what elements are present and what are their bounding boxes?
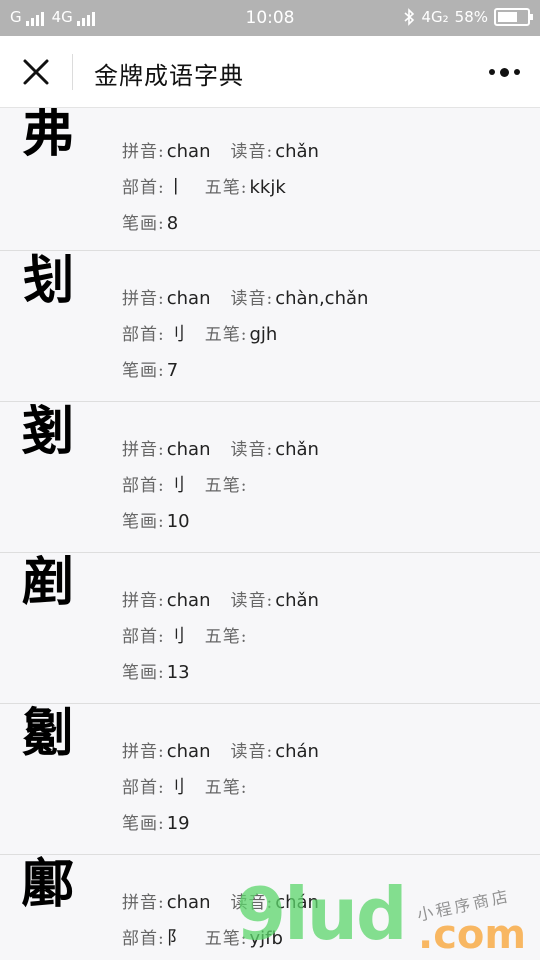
list-item[interactable]: 剷 拼音: chan 读音: chǎn 部首: 刂五笔: 笔画: 13 xyxy=(0,553,540,704)
character-glyph: 鄽 xyxy=(22,855,75,915)
list-item[interactable]: 弗 拼音: chan 读音: chǎn 部首: 丨五笔: kkjk 笔画: 8 xyxy=(0,108,540,251)
radical-label: 部首: xyxy=(122,476,165,496)
pinyin-label: 拼音: xyxy=(122,893,165,913)
radical-label: 部首: xyxy=(122,325,165,345)
radical-value: 刂 xyxy=(166,475,185,496)
character-glyph: 剗 xyxy=(22,402,75,462)
strokes-label: 笔画: xyxy=(122,361,165,381)
reading-value: chǎn xyxy=(275,141,319,162)
character-glyph: 剷 xyxy=(22,553,75,613)
pinyin-label: 拼音: xyxy=(122,142,165,162)
reading-label: 读音: xyxy=(230,893,274,913)
wubi-value: gjh xyxy=(249,324,278,345)
character-glyph: 弗 xyxy=(22,108,75,164)
reading-label: 读音: xyxy=(230,289,274,309)
reading-label: 读音: xyxy=(230,591,274,611)
wubi-label: 五笔: xyxy=(204,778,248,798)
reading-label: 读音: xyxy=(230,440,274,460)
radical-value: 阝 xyxy=(166,928,185,949)
strokes-label: 笔画: xyxy=(122,512,165,532)
reading-value: chǎn xyxy=(275,439,319,460)
reading-label: 读音: xyxy=(230,742,274,762)
list-item[interactable]: 鄽 拼音: chan 读音: chán 部首: 阝五笔: yjfb xyxy=(0,855,540,960)
character-info: 拼音: chan 读音: chǎn 部首: 刂五笔: 笔画: 10 xyxy=(122,432,319,540)
wubi-label: 五笔: xyxy=(204,476,248,496)
more-dot-icon xyxy=(499,67,509,77)
radical-label: 部首: xyxy=(122,178,165,198)
network-right-label: 4G₂ xyxy=(421,8,449,26)
wubi-label: 五笔: xyxy=(204,627,248,647)
status-right: 4G₂ 58% xyxy=(403,8,533,26)
list-item[interactable]: 剗 拼音: chan 读音: chǎn 部首: 刂五笔: 笔画: 10 xyxy=(0,402,540,553)
close-button[interactable] xyxy=(18,54,54,90)
strokes-label: 笔画: xyxy=(122,214,165,234)
wubi-label: 五笔: xyxy=(204,325,248,345)
pinyin-label: 拼音: xyxy=(122,440,165,460)
pinyin-label: 拼音: xyxy=(122,591,165,611)
character-info: 拼音: chan 读音: chǎn 部首: 刂五笔: 笔画: 13 xyxy=(122,583,319,691)
bluetooth-icon xyxy=(404,8,415,26)
character-list: 弗 拼音: chan 读音: chǎn 部首: 丨五笔: kkjk 笔画: 8 刬 拼音: c… xyxy=(0,108,540,960)
pinyin-label: 拼音: xyxy=(122,289,165,309)
strokes-value: 7 xyxy=(166,360,179,381)
pinyin-value: chan xyxy=(166,590,211,611)
character-info: 拼音: chan 读音: chǎn 部首: 丨五笔: kkjk 笔画: 8 xyxy=(122,134,319,242)
pinyin-value: chan xyxy=(166,141,211,162)
battery-icon xyxy=(494,8,533,26)
strokes-value: 8 xyxy=(166,213,179,234)
wubi-label: 五笔: xyxy=(204,178,248,198)
radical-value: 刂 xyxy=(166,324,185,345)
wubi-label: 五笔: xyxy=(204,929,248,949)
radical-value: 丨 xyxy=(166,177,185,198)
reading-value: chàn,chǎn xyxy=(275,288,369,309)
pinyin-value: chan xyxy=(166,892,211,913)
radical-value: 刂 xyxy=(166,777,185,798)
nav-separator xyxy=(72,54,73,90)
pinyin-value: chan xyxy=(166,741,211,762)
strokes-label: 笔画: xyxy=(122,814,165,834)
wubi-value: kkjk xyxy=(249,177,286,198)
reading-value: chǎn xyxy=(275,590,319,611)
strokes-label: 笔画: xyxy=(122,663,165,683)
strokes-value: 10 xyxy=(166,511,190,532)
radical-label: 部首: xyxy=(122,778,165,798)
strokes-value: 19 xyxy=(166,813,190,834)
status-bar: G 4G 10:08 4G₂ 58% xyxy=(0,0,540,36)
wubi-value: yjfb xyxy=(249,928,283,949)
pinyin-value: chan xyxy=(166,288,211,309)
character-info: 拼音: chan 读音: chàn,chǎn 部首: 刂五笔: gjh 笔画: 7 xyxy=(122,281,368,389)
character-info: 拼音: chan 读音: chán 部首: 阝五笔: yjfb xyxy=(122,885,319,957)
more-dot-icon xyxy=(488,69,495,75)
radical-label: 部首: xyxy=(122,627,165,647)
pinyin-value: chan xyxy=(166,439,211,460)
character-glyph: 劖 xyxy=(22,704,75,764)
navbar: 金牌成语字典 xyxy=(0,36,540,108)
strokes-value: 13 xyxy=(166,662,190,683)
radical-label: 部首: xyxy=(122,929,165,949)
more-dot-icon xyxy=(513,69,520,75)
page-title: 金牌成语字典 xyxy=(94,62,244,90)
more-button[interactable] xyxy=(486,62,522,82)
character-info: 拼音: chan 读音: chán 部首: 刂五笔: 笔画: 19 xyxy=(122,734,319,842)
character-glyph: 刬 xyxy=(22,251,75,311)
reading-value: chán xyxy=(275,892,319,913)
battery-percent: 58% xyxy=(454,8,488,26)
radical-value: 刂 xyxy=(166,626,185,647)
reading-label: 读音: xyxy=(230,142,274,162)
list-item[interactable]: 劖 拼音: chan 读音: chán 部首: 刂五笔: 笔画: 19 xyxy=(0,704,540,855)
pinyin-label: 拼音: xyxy=(122,742,165,762)
reading-value: chán xyxy=(275,741,319,762)
list-item[interactable]: 刬 拼音: chan 读音: chàn,chǎn 部首: 刂五笔: gjh 笔画: 7 xyxy=(0,251,540,402)
close-icon xyxy=(23,59,49,85)
